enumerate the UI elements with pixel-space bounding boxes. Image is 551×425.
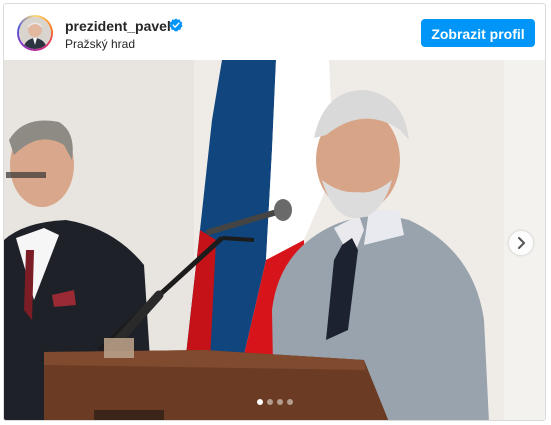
post-photo[interactable] bbox=[4, 60, 545, 420]
post-header: prezident_pavel Pražský hrad Zobrazit pr… bbox=[4, 4, 545, 60]
carousel-next-button[interactable] bbox=[509, 231, 533, 255]
avatar-portrait-icon bbox=[19, 17, 51, 49]
avatar-ring[interactable] bbox=[17, 15, 53, 51]
verified-badge-icon bbox=[169, 18, 183, 32]
post-location[interactable]: Pražský hrad bbox=[65, 37, 135, 51]
carousel-indicator bbox=[257, 399, 293, 405]
carousel-dot[interactable] bbox=[277, 399, 283, 405]
post-photo-scene bbox=[4, 60, 545, 420]
embedded-post-card: prezident_pavel Pražský hrad Zobrazit pr… bbox=[3, 3, 546, 421]
carousel-dot[interactable] bbox=[267, 399, 273, 405]
post-username[interactable]: prezident_pavel bbox=[65, 18, 171, 34]
chevron-right-icon bbox=[518, 237, 525, 249]
view-profile-button[interactable]: Zobrazit profil bbox=[421, 19, 535, 47]
avatar[interactable] bbox=[19, 17, 51, 49]
carousel-dot[interactable] bbox=[287, 399, 293, 405]
carousel-dot[interactable] bbox=[257, 399, 263, 405]
